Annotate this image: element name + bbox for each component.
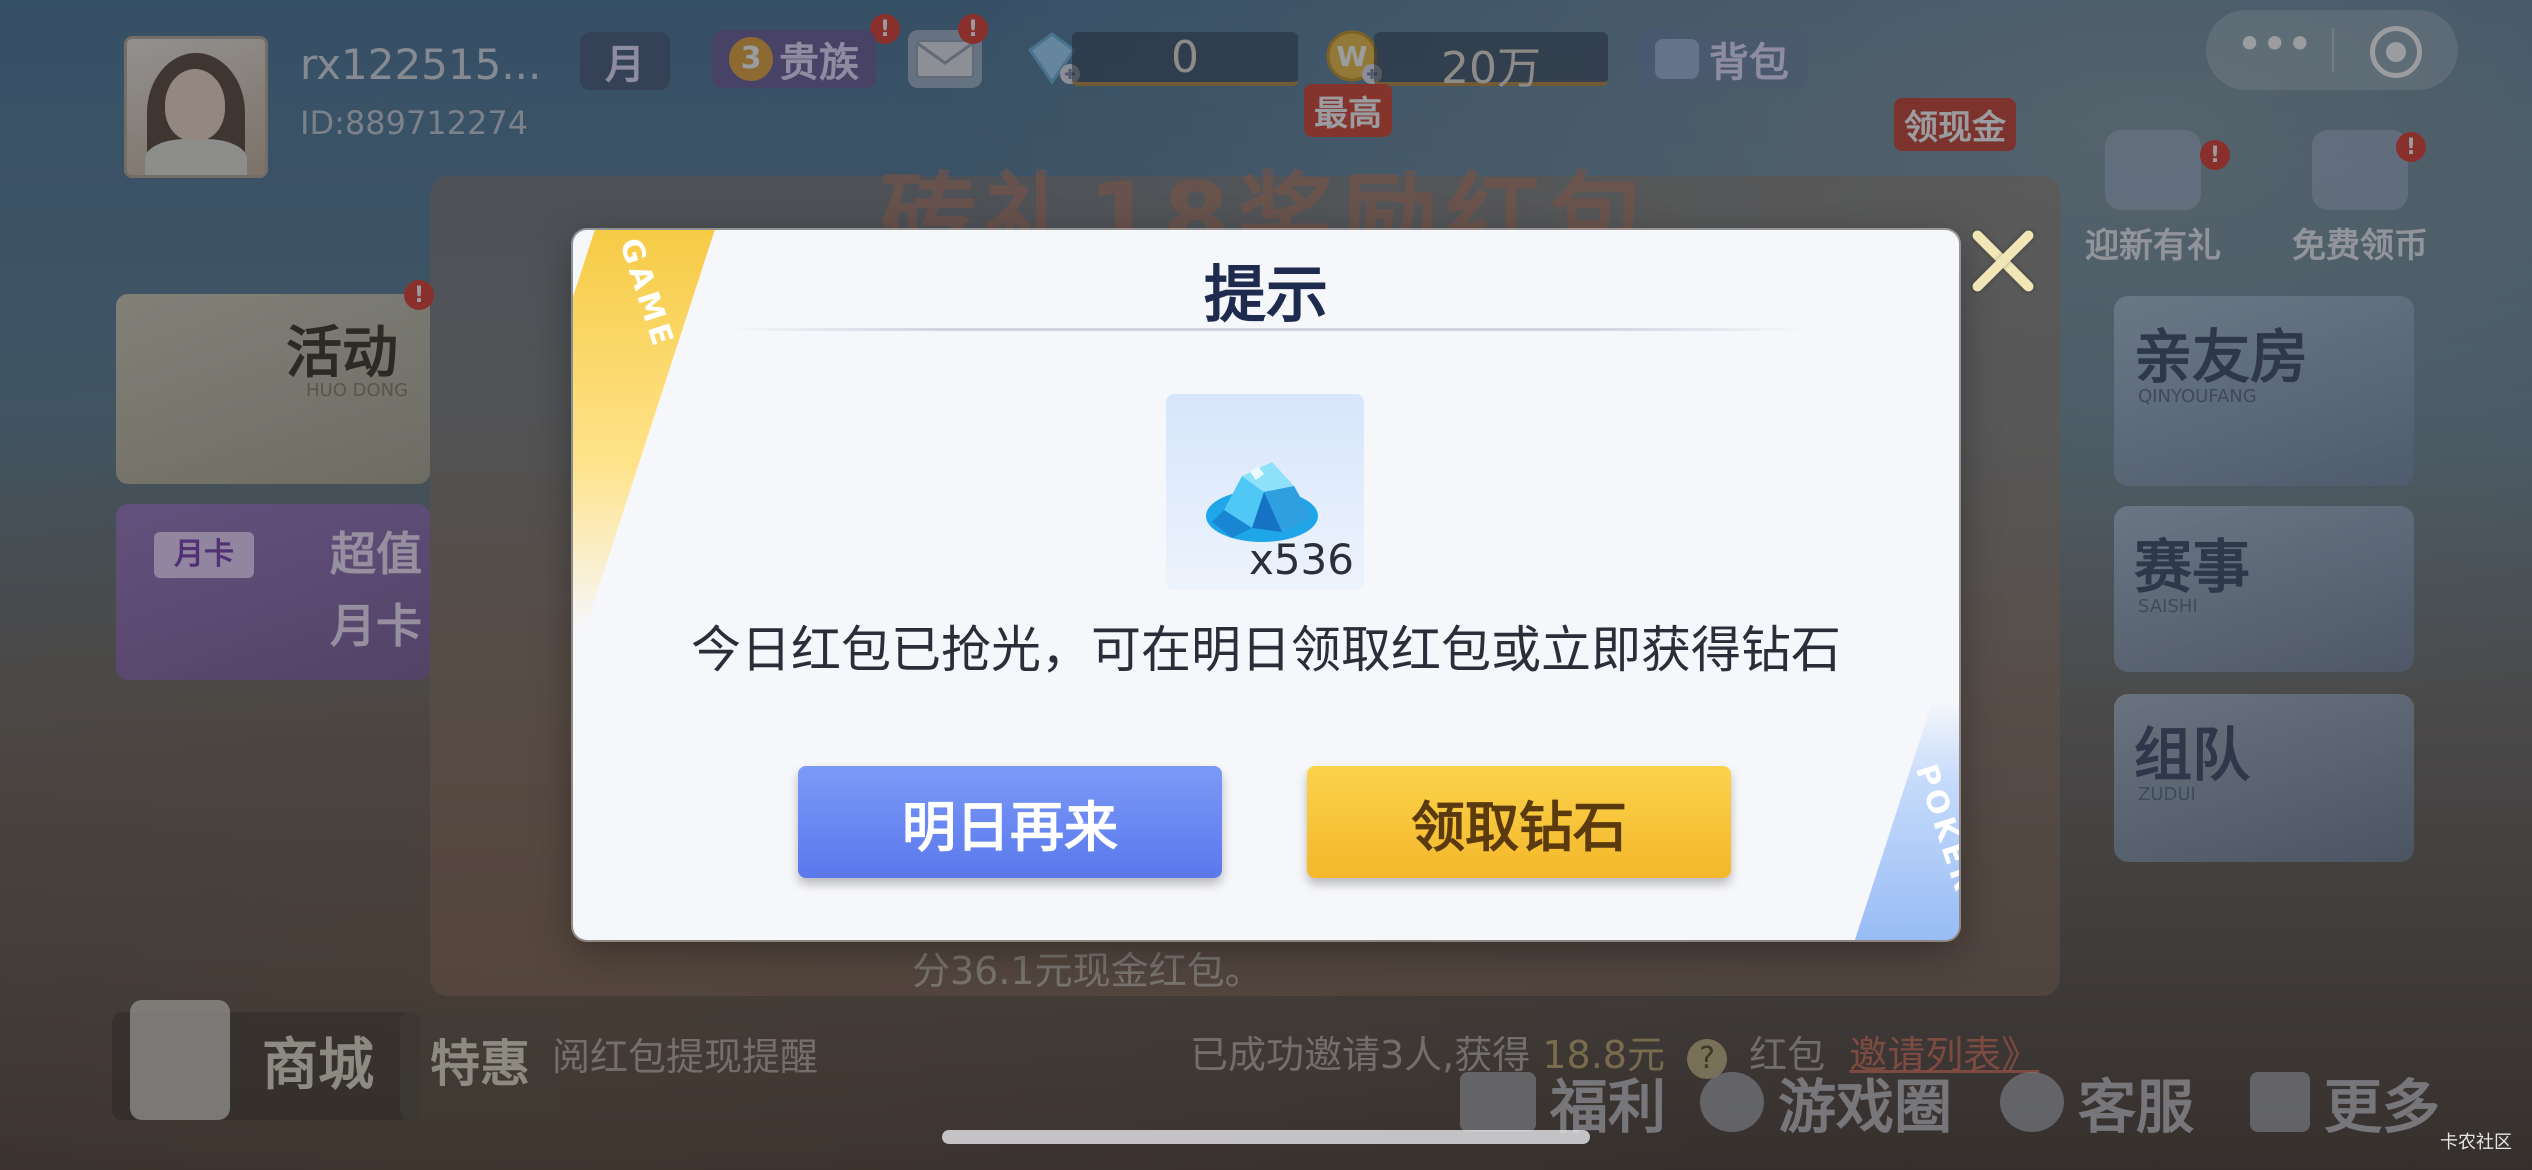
home-indicator[interactable] [942,1130,1590,1144]
watermark: 卡农社区 [2440,1132,2512,1153]
close-icon[interactable] [1966,224,2040,298]
come-back-tomorrow-button[interactable]: 明日再来 [798,766,1222,878]
claim-diamonds-button[interactable]: 领取钻石 [1307,766,1731,878]
dialog-message: 今日红包已抢光，可在明日领取红包或立即获得钻石 [691,621,1841,679]
reward-quantity: x536 [1248,535,1354,584]
poker-ribbon: POKER [1845,700,1959,940]
reward-item: x536 [1166,394,1364,590]
tip-dialog: GAME POKER 提示 x536 今日红包已抢光，可在明日领取红包或立即获得… [573,230,1959,940]
diamond-pile-icon [1206,462,1318,542]
dialog-title: 提示 [1203,258,1328,331]
ribbon-right-text: POKER [1908,760,1959,899]
title-divider [723,328,1809,331]
